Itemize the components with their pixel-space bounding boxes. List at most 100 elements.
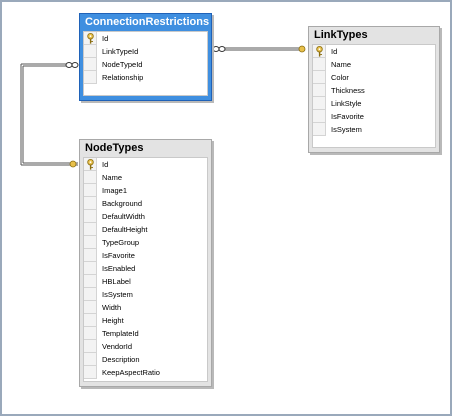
relationship-link-types[interactable] — [212, 45, 306, 53]
row-selector[interactable] — [313, 58, 326, 71]
row-selector[interactable] — [84, 314, 97, 327]
column-list: Id Name Color Thickness LinkStyle IsFavorite I… — [312, 44, 436, 148]
table-link-types[interactable]: LinkTypes Id Name Color Thickness LinkStyle I… — [308, 26, 440, 153]
column-name: DefaultHeight — [102, 225, 148, 234]
column-row[interactable]: IsFavorite — [313, 110, 435, 123]
row-selector[interactable] — [84, 327, 97, 340]
column-row[interactable]: LinkStyle — [313, 97, 435, 110]
row-selector[interactable] — [84, 366, 97, 379]
row-selector[interactable] — [313, 71, 326, 84]
one-end-key-icon — [69, 160, 77, 168]
column-row[interactable]: Background — [84, 197, 207, 210]
column-name: Width — [102, 303, 122, 312]
column-name: Id — [102, 34, 109, 43]
row-selector[interactable] — [84, 288, 97, 301]
column-row[interactable]: VendorId — [84, 340, 207, 353]
table-title: ConnectionRestrictions — [85, 16, 210, 28]
column-row[interactable]: Thickness — [313, 84, 435, 97]
row-selector[interactable] — [84, 158, 97, 171]
column-name: Description — [102, 355, 140, 364]
column-row[interactable]: IsEnabled — [84, 262, 207, 275]
column-row[interactable]: Id — [84, 32, 207, 45]
row-selector[interactable] — [313, 123, 326, 136]
column-name: Name — [102, 173, 123, 182]
row-selector[interactable] — [84, 340, 97, 353]
column-name: Relationship — [102, 73, 144, 82]
column-name: IsFavorite — [331, 112, 364, 121]
column-name: IsEnabled — [102, 264, 136, 273]
column-name: NodeTypeId — [102, 60, 143, 69]
column-row[interactable]: Relationship — [84, 71, 207, 84]
primary-key-icon — [87, 33, 94, 44]
relationship-node-types[interactable] — [20, 62, 79, 168]
row-selector[interactable] — [313, 84, 326, 97]
column-name: KeepAspectRatio — [102, 368, 160, 377]
row-selector[interactable] — [84, 353, 97, 366]
column-row[interactable]: Name — [84, 171, 207, 184]
column-name: Background — [102, 199, 143, 208]
column-name: LinkStyle — [331, 99, 362, 108]
row-selector[interactable] — [84, 210, 97, 223]
row-selector[interactable] — [313, 97, 326, 110]
many-end-icon — [65, 62, 73, 68]
column-name: IsSystem — [102, 290, 133, 299]
column-row[interactable]: Id — [84, 158, 207, 171]
column-name: Thickness — [331, 86, 365, 95]
row-selector[interactable] — [84, 45, 97, 58]
column-row[interactable]: Image1 — [84, 184, 207, 197]
column-row[interactable]: DefaultHeight — [84, 223, 207, 236]
column-row[interactable]: Width — [84, 301, 207, 314]
row-selector[interactable] — [313, 45, 326, 58]
table-connection-restrictions[interactable]: ConnectionRestrictions Id LinkTypeId NodeT… — [79, 13, 212, 101]
column-name: Name — [331, 60, 352, 69]
column-name: LinkTypeId — [102, 47, 139, 56]
row-selector[interactable] — [84, 262, 97, 275]
primary-key-icon — [87, 159, 94, 170]
column-name: VendorId — [102, 342, 133, 351]
column-row[interactable]: HBLabel — [84, 275, 207, 288]
column-name: IsSystem — [331, 125, 362, 134]
column-name: Id — [331, 47, 338, 56]
row-selector[interactable] — [84, 249, 97, 262]
table-node-types[interactable]: NodeTypes Id Name Image1 Background DefaultW… — [79, 139, 212, 387]
row-selector[interactable] — [84, 58, 97, 71]
column-row[interactable]: Name — [313, 58, 435, 71]
column-row[interactable]: Description — [84, 353, 207, 366]
column-row[interactable]: IsFavorite — [84, 249, 207, 262]
primary-key-icon — [316, 46, 323, 57]
column-name: Id — [102, 160, 109, 169]
table-title: LinkTypes — [314, 29, 368, 41]
column-list: Id Name Image1 Background DefaultWidth Defaul… — [83, 157, 208, 382]
row-selector[interactable] — [84, 32, 97, 45]
column-row[interactable]: DefaultWidth — [84, 210, 207, 223]
column-name: TypeGroup — [102, 238, 140, 247]
column-row[interactable]: NodeTypeId — [84, 58, 207, 71]
column-row[interactable]: IsSystem — [313, 123, 435, 136]
row-selector[interactable] — [84, 184, 97, 197]
many-end-icon — [212, 46, 220, 52]
row-selector[interactable] — [313, 110, 326, 123]
row-selector[interactable] — [84, 301, 97, 314]
column-name: DefaultWidth — [102, 212, 145, 221]
column-row[interactable]: KeepAspectRatio — [84, 366, 207, 379]
column-name: TemplateId — [102, 329, 139, 338]
column-name: IsFavorite — [102, 251, 135, 260]
column-row[interactable]: IsSystem — [84, 288, 207, 301]
row-selector[interactable] — [84, 236, 97, 249]
row-selector[interactable] — [84, 223, 97, 236]
column-row[interactable]: LinkTypeId — [84, 45, 207, 58]
one-end-key-icon — [298, 45, 306, 53]
column-name: Image1 — [102, 186, 128, 195]
column-list: Id LinkTypeId NodeTypeId Relationship — [83, 31, 208, 96]
column-row[interactable]: TemplateId — [84, 327, 207, 340]
row-selector[interactable] — [84, 197, 97, 210]
column-row[interactable]: TypeGroup — [84, 236, 207, 249]
diagram-canvas: ConnectionRestrictions Id LinkTypeId NodeT… — [0, 0, 452, 416]
column-row[interactable]: Id — [313, 45, 435, 58]
row-selector[interactable] — [84, 171, 97, 184]
row-selector[interactable] — [84, 275, 97, 288]
column-row[interactable]: Height — [84, 314, 207, 327]
column-row[interactable]: Color — [313, 71, 435, 84]
row-selector[interactable] — [84, 71, 97, 84]
table-title: NodeTypes — [85, 142, 144, 154]
